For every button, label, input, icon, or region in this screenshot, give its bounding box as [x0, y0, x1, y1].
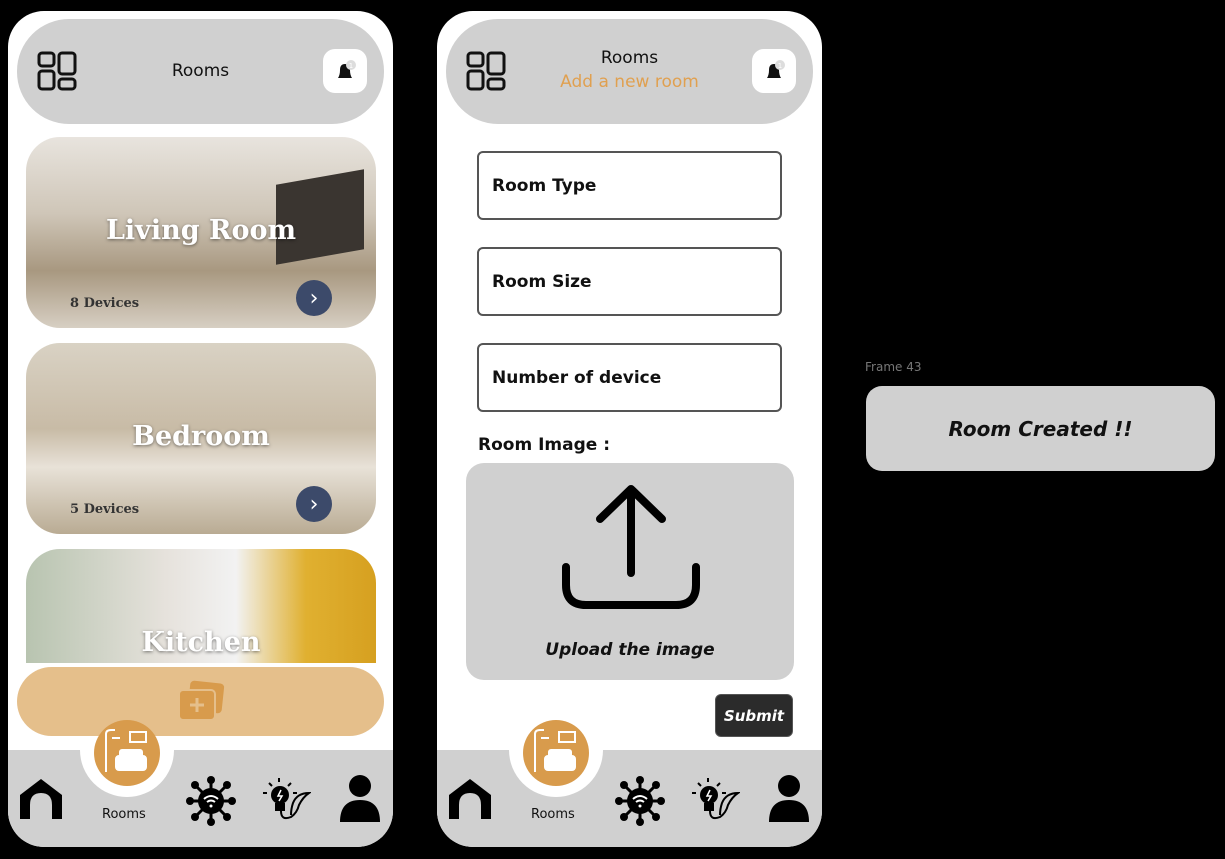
- room-type-input[interactable]: Room Type: [477, 151, 782, 220]
- rooms-screen: Rooms 1 Living Room 8 Devices › Bedroom …: [8, 11, 393, 847]
- room-card-kitchen[interactable]: Kitchen: [26, 549, 376, 663]
- upload-label: Upload the image: [545, 640, 715, 660]
- device-count-input[interactable]: Number of device: [477, 343, 782, 412]
- notification-button[interactable]: 1: [752, 49, 796, 93]
- notification-button[interactable]: 1: [323, 49, 367, 93]
- home-icon[interactable]: [18, 777, 64, 823]
- header: Rooms Add a new room 1: [446, 19, 813, 124]
- room-name: Bedroom: [132, 421, 270, 452]
- add-room-button[interactable]: [17, 667, 384, 736]
- iot-network-icon[interactable]: [186, 776, 236, 826]
- bell-icon: 1: [338, 60, 356, 78]
- eco-bulb-icon[interactable]: [261, 775, 311, 825]
- frame-label: Frame 43: [865, 360, 922, 374]
- chevron-right-icon[interactable]: ›: [296, 280, 332, 316]
- header: Rooms 1: [17, 19, 384, 124]
- bell-icon: 1: [767, 60, 785, 78]
- sofa-lamp-icon: [105, 729, 147, 772]
- chevron-right-icon[interactable]: ›: [296, 486, 332, 522]
- nav-rooms-button[interactable]: [523, 720, 589, 786]
- sofa-lamp-icon: [534, 729, 576, 772]
- profile-icon[interactable]: [339, 774, 381, 824]
- room-name: Kitchen: [141, 627, 261, 658]
- room-created-toast: Room Created !!: [866, 386, 1215, 471]
- iot-network-icon[interactable]: [615, 776, 665, 826]
- room-name: Living Room: [105, 215, 297, 246]
- nav-rooms-label: Rooms: [102, 807, 146, 822]
- svg-text:1: 1: [778, 62, 782, 70]
- upload-icon: [562, 485, 700, 609]
- room-card-living-room[interactable]: Living Room 8 Devices ›: [26, 137, 376, 328]
- upload-dropzone[interactable]: Upload the image: [466, 463, 794, 680]
- home-icon[interactable]: [447, 777, 493, 823]
- room-size-input[interactable]: Room Size: [477, 247, 782, 316]
- add-room-screen: Rooms Add a new room 1 Room Type Room Si…: [437, 11, 822, 847]
- add-image-icon: [178, 680, 225, 721]
- profile-icon[interactable]: [768, 774, 810, 824]
- room-image-label: Room Image :: [478, 435, 611, 455]
- room-card-bedroom[interactable]: Bedroom 5 Devices ›: [26, 343, 376, 534]
- nav-rooms-label: Rooms: [531, 807, 575, 822]
- device-count: 8 Devices: [70, 296, 140, 311]
- device-count: 5 Devices: [70, 502, 140, 517]
- eco-bulb-icon[interactable]: [690, 775, 740, 825]
- submit-button[interactable]: Submit: [715, 694, 793, 737]
- svg-text:1: 1: [349, 62, 353, 70]
- nav-rooms-button[interactable]: [94, 720, 160, 786]
